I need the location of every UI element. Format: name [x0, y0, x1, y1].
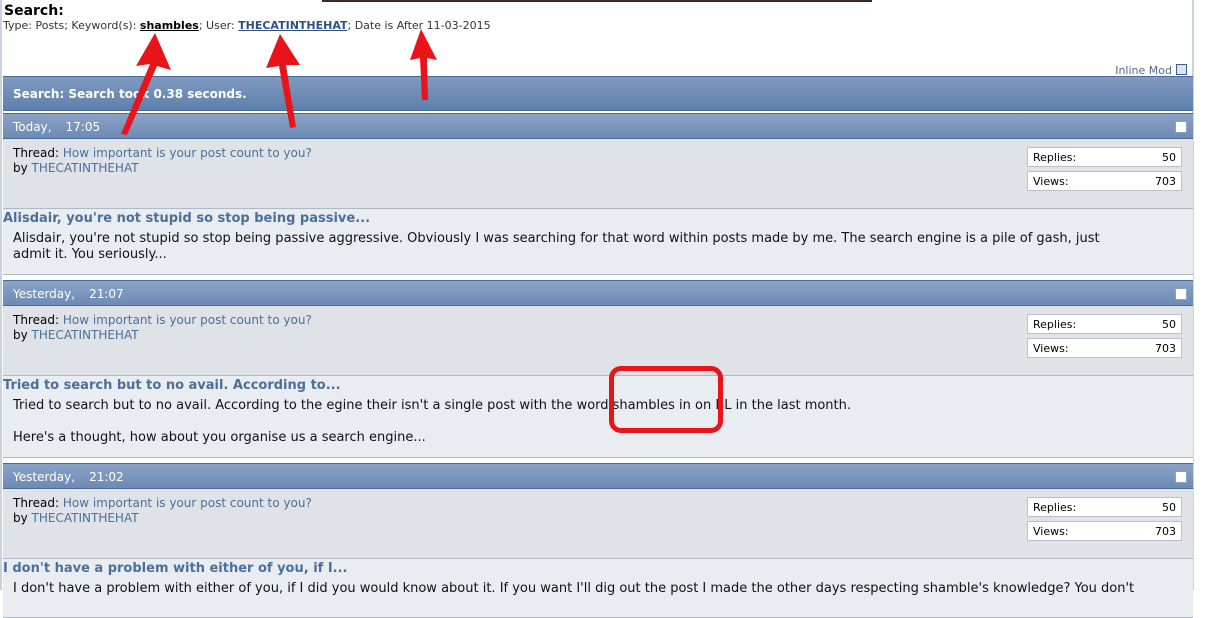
annotation-arrows [121, 29, 437, 135]
red-arrow-2 [266, 34, 300, 128]
red-arrow-3 [410, 29, 437, 100]
red-arrow-1 [121, 33, 171, 135]
annotation-highlight-box [609, 366, 723, 433]
